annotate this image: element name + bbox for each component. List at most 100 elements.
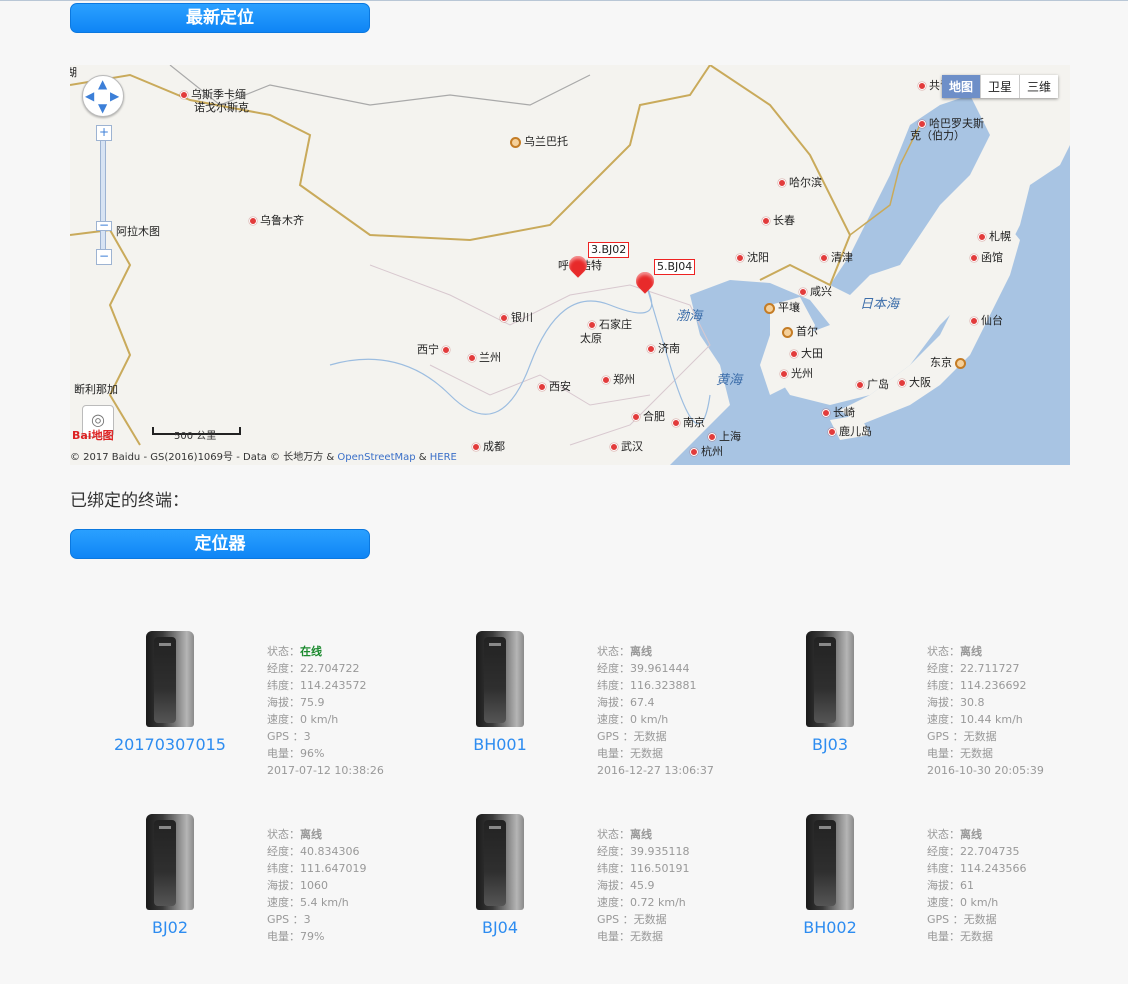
city-label: 成都	[472, 441, 505, 453]
city-label: 杭州	[690, 446, 723, 458]
device-card[interactable]: BH002 状态：离线 经度：22.704735 纬度：114.243566 海拔：61…	[730, 814, 1060, 984]
status-badge: 离线	[630, 645, 652, 658]
device-image[interactable]	[146, 814, 194, 912]
city-label: 乌鲁木齐	[249, 215, 304, 227]
city-label: 银川	[500, 312, 533, 324]
latest-location-header[interactable]: 最新定位	[70, 3, 370, 33]
city-label: 清津	[820, 252, 853, 264]
marker-label[interactable]: 3.BJ02	[588, 242, 630, 258]
device-name-link[interactable]: 20170307015	[70, 735, 270, 754]
city-label: 乌斯季卡缅	[180, 89, 246, 101]
osm-link[interactable]: OpenStreetMap	[337, 452, 415, 463]
device-timestamp: 2017-07-12 10:38:26	[267, 764, 384, 777]
map-type-satellite[interactable]: 卫星	[979, 75, 1019, 98]
status-badge: 离线	[630, 828, 652, 841]
here-link[interactable]: HERE	[430, 452, 457, 463]
city-label: 咸兴	[799, 286, 832, 298]
bound-terminals-title: 已绑定的终端：	[70, 491, 189, 511]
city-label: 上海	[708, 431, 741, 443]
device-info: 状态：在线 经度：22.704722 纬度：114.243572 海拔：75.9 速度：…	[267, 645, 384, 777]
status-badge: 离线	[960, 645, 982, 658]
city-label: 东京	[930, 357, 969, 369]
city-label: 合肥	[632, 411, 665, 423]
marker-label[interactable]: 5.BJ04	[654, 259, 696, 275]
device-image[interactable]	[146, 631, 194, 729]
zoom-out-button[interactable]: −	[96, 249, 112, 265]
zoom-handle[interactable]: −	[96, 219, 112, 231]
city-label: 济南	[647, 343, 680, 355]
city-label: 太原	[580, 332, 602, 345]
map-type-switcher[interactable]: 地图 卫星 三维	[941, 75, 1058, 98]
city-label: 函馆	[970, 252, 1003, 264]
zoom-track[interactable]	[100, 139, 106, 251]
device-info: 状态：离线 经度：39.961444 纬度：116.323881 海拔：67.4 速度：…	[597, 645, 714, 777]
device-card[interactable]: BH001 状态：离线 经度：39.961444 纬度：116.323881 海拔：67…	[400, 631, 730, 801]
arrow-right-icon[interactable]: ▶	[110, 89, 119, 103]
map-type-map[interactable]: 地图	[941, 75, 980, 98]
device-name-link[interactable]: BJ02	[70, 918, 270, 937]
city-label: 断利那加	[74, 383, 118, 396]
city-label: 阿拉木图	[116, 225, 160, 238]
city-label: 沈阳	[736, 252, 769, 264]
sea-label: 渤海	[676, 309, 703, 324]
device-image[interactable]	[806, 814, 854, 912]
arrow-down-icon[interactable]: ▼	[98, 101, 107, 115]
device-card[interactable]: 20170307015 状态：在线 经度：22.704722 纬度：114.24357…	[70, 631, 400, 801]
city-label: 哈尔滨	[778, 177, 822, 189]
sea-label: 日本海	[860, 297, 900, 312]
map-view[interactable]: 湖 乌斯季卡缅 诺戈尔斯克 乌兰巴托 哈尔滨 哈巴罗夫斯 克（伯力） 乌鲁木齐 …	[70, 65, 1070, 465]
city-label: 首尔	[782, 326, 818, 338]
city-label: 光州	[780, 368, 813, 380]
device-name-link[interactable]: BH002	[730, 918, 930, 937]
city-label: 克（伯力）	[910, 129, 965, 142]
device-image[interactable]	[806, 631, 854, 729]
city-label: 石家庄	[588, 319, 632, 331]
city-label: 乌兰巴托	[510, 136, 568, 148]
device-card[interactable]: BJ03 状态：离线 经度：22.711727 纬度：114.236692 海拔：30.…	[730, 631, 1060, 801]
zoom-slider[interactable]: + − −	[96, 125, 112, 265]
device-card[interactable]: BJ02 状态：离线 经度：40.834306 纬度：111.647019 海拔：106…	[70, 814, 400, 984]
city-label: 仙台	[970, 315, 1003, 327]
status-badge: 离线	[960, 828, 982, 841]
device-card[interactable]: BJ04 状态：离线 经度：39.935118 纬度：116.50191 海拔：45.9…	[400, 814, 730, 984]
city-label: 广岛	[856, 379, 889, 391]
device-info: 状态：离线 经度：22.711727 纬度：114.236692 海拔：30.8 速度：…	[927, 645, 1044, 777]
city-label: 西安	[538, 381, 571, 393]
city-label: 武汉	[610, 441, 643, 453]
map-copyright: © 2017 Baidu - GS(2016)1069号 - Data © 长地…	[70, 452, 457, 463]
city-label: 大阪	[898, 377, 931, 389]
device-info: 状态：离线 经度：39.935118 纬度：116.50191 海拔：45.9 速度：0…	[597, 828, 690, 943]
device-timestamp: 2016-12-27 13:06:37	[597, 764, 714, 777]
city-label: 诺戈尔斯克	[194, 101, 249, 114]
device-name-link[interactable]: BJ03	[730, 735, 930, 754]
city-label: 平壤	[764, 302, 800, 314]
device-info: 状态：离线 经度：40.834306 纬度：111.647019 海拔：1060 速度：…	[267, 828, 367, 943]
city-label: 札幌	[978, 231, 1011, 243]
city-label: 大田	[790, 348, 823, 360]
city-label: 南京	[672, 417, 705, 429]
device-timestamp: 2016-10-30 20:05:39	[927, 764, 1044, 777]
scale-label: 500 公里	[174, 431, 217, 442]
arrow-left-icon[interactable]: ◀	[85, 89, 94, 103]
zoom-in-button[interactable]: +	[96, 125, 112, 141]
city-label: 鹿儿岛	[828, 426, 872, 438]
baidu-logo: Bai地图	[72, 429, 114, 442]
device-image[interactable]	[476, 631, 524, 729]
sea-label: 黄海	[716, 373, 743, 388]
map-type-3d[interactable]: 三维	[1018, 75, 1058, 98]
locator-header[interactable]: 定位器	[70, 529, 370, 559]
device-info: 状态：离线 经度：22.704735 纬度：114.243566 海拔：61 速度：0 …	[927, 828, 1027, 943]
status-badge: 在线	[300, 645, 322, 658]
city-label: 西宁	[417, 344, 453, 356]
city-label: 湖	[70, 66, 77, 79]
status-badge: 离线	[300, 828, 322, 841]
city-label: 长春	[762, 215, 795, 227]
arrow-up-icon[interactable]: ▲	[98, 77, 107, 91]
map-pan-control[interactable]: ▲ ▼ ◀ ▶	[82, 75, 124, 117]
device-name-link[interactable]: BJ04	[400, 918, 600, 937]
city-label: 长崎	[822, 407, 855, 419]
device-name-link[interactable]: BH001	[400, 735, 600, 754]
city-label: 兰州	[468, 352, 501, 364]
city-label: 郑州	[602, 374, 635, 386]
device-image[interactable]	[476, 814, 524, 912]
